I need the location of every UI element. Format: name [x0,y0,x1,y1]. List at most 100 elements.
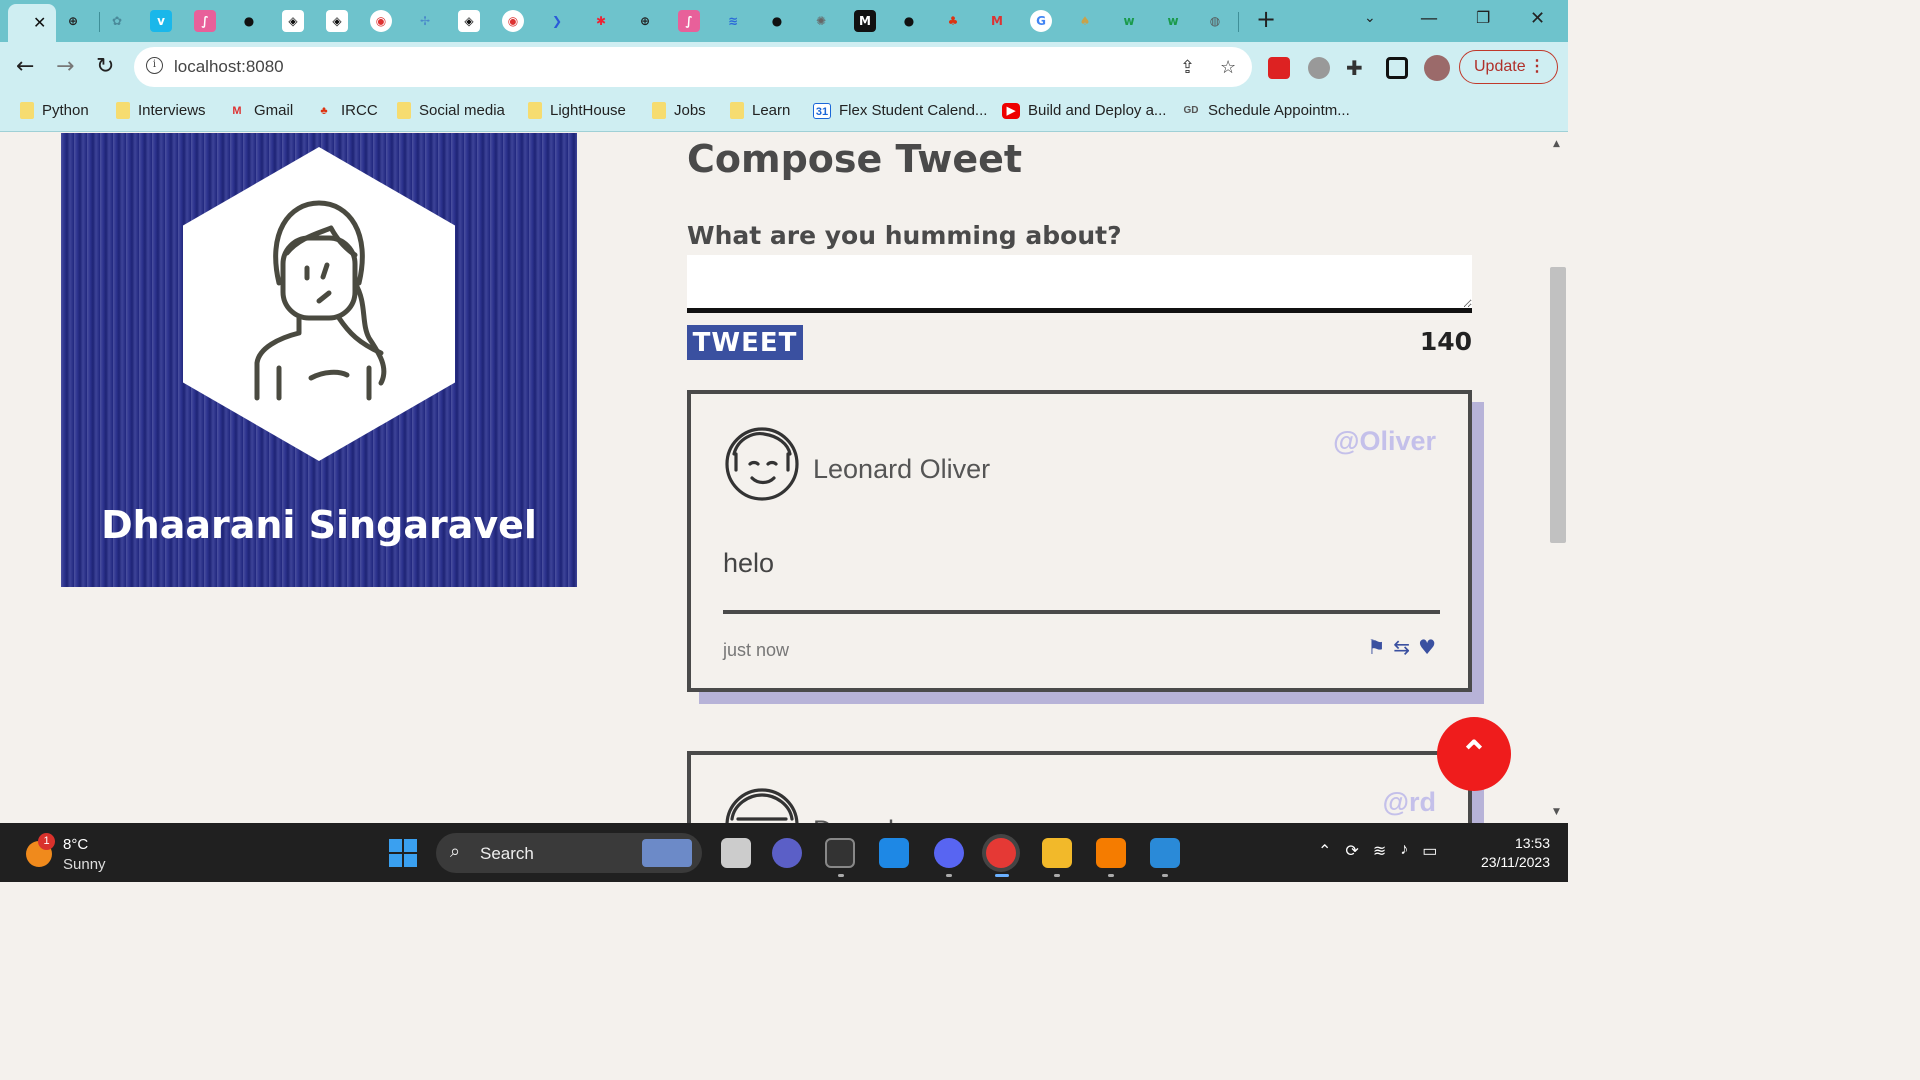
tab-favicon-codesandbox-3[interactable]: ◈ [458,10,480,32]
update-button[interactable]: Update ⋮ [1459,50,1558,84]
chevron-up-icon[interactable]: ⌃ [1318,841,1331,861]
tab-favicon-w-2[interactable]: w [1162,10,1184,32]
teams-icon[interactable] [772,838,802,868]
tab-favicon-openai[interactable]: ✿ [106,10,128,32]
tab-favicon-codepen[interactable]: ⊕ [62,10,84,32]
url-text[interactable]: localhost:8080 [174,57,284,77]
tab-search-icon[interactable]: ⌄ [1364,10,1376,26]
tab-favicon-maple[interactable]: ♣ [942,10,964,32]
search-label: Search [480,844,534,863]
tab-favicon-w[interactable]: w [1118,10,1140,32]
tab-favicon-github-3[interactable]: ● [898,10,920,32]
battery-icon[interactable]: ▭ [1422,841,1437,861]
weather-condition[interactable]: Sunny [63,856,106,873]
camera-extension-icon[interactable] [1308,57,1330,79]
tab-favicon-tan[interactable]: ♠ [1074,10,1096,32]
tab-favicon-chrome-2[interactable]: ◉ [502,10,524,32]
tweet-textarea[interactable] [687,255,1472,313]
retweet-icon[interactable]: ⇆ [1393,635,1410,659]
side-panel-icon[interactable] [1386,57,1408,79]
active-tab[interactable]: ✕ [8,4,56,42]
compose-title: Compose Tweet [687,137,1023,181]
tab-favicon-gmail[interactable]: M [986,10,1008,32]
discord-icon[interactable] [934,838,964,868]
bookmark-python[interactable]: Python [20,102,89,119]
vscode-icon[interactable] [879,838,909,868]
bookmark-social-media[interactable]: Social media [397,102,505,119]
tab-separator [99,12,100,32]
scroll-to-top-button[interactable]: ⌃ [1437,717,1511,791]
bookmark-star-icon[interactable]: ☆ [1220,57,1236,78]
volume-icon[interactable]: ♪ [1400,841,1408,861]
back-icon[interactable]: ← [16,54,34,79]
bookmark-label: Schedule Appointm... [1208,102,1350,119]
chrome-icon[interactable] [986,838,1016,868]
tab-favicon-asterisk[interactable]: ✱ [590,10,612,32]
page-scrollbar[interactable]: ▲ ▼ [1548,133,1568,823]
scrollbar-thumb[interactable] [1550,267,1566,543]
folder-icon [116,102,130,119]
tab-favicon-github-2[interactable]: ● [766,10,788,32]
file-explorer-icon[interactable] [1042,838,1072,868]
tab-favicon-codepen-2[interactable]: ⊕ [634,10,656,32]
tweet-button[interactable]: TWEET [687,325,803,360]
bookmark-flex-calendar[interactable]: 31 Flex Student Calend... [813,102,987,119]
system-tray: ⌃ ⟳ ≋ ♪ ▭ [1318,841,1437,861]
bookmark-lighthouse[interactable]: LightHouse [528,102,626,119]
clock-time[interactable]: 13:53 [1478,835,1550,851]
bookmark-label: Learn [752,102,791,119]
tab-favicon-pink-2[interactable]: ∫ [678,10,700,32]
bookmark-jobs[interactable]: Jobs [652,102,706,119]
extensions-puzzle-icon[interactable]: ✚ [1346,56,1363,80]
profile-avatar[interactable] [1424,55,1450,81]
photos-icon[interactable] [1150,838,1180,868]
tab-favicon-flutter[interactable]: ✢ [414,10,436,32]
bookmark-ircc[interactable]: ♣ IRCC [315,102,377,119]
restore-icon[interactable]: ❐ [1476,8,1490,27]
tab-favicon-powerapps[interactable]: ❯ [546,10,568,32]
new-tab-icon[interactable]: + [1256,5,1276,33]
bookmark-schedule[interactable]: GD Schedule Appointm... [1182,102,1350,119]
reload-icon[interactable]: ↻ [96,54,114,79]
profile-card: Dhaarani Singaravel [61,133,577,587]
tab-favicon-globe[interactable]: ◍ [1204,10,1226,32]
bookmark-interviews[interactable]: Interviews [116,102,206,119]
scroll-down-arrow-icon[interactable]: ▼ [1553,807,1560,817]
tab-favicon-vimeo[interactable]: v [150,10,172,32]
tab-favicon-medium[interactable]: M [854,10,876,32]
tab-favicon-github[interactable]: ● [238,10,260,32]
tab-favicon-chatgpt[interactable]: ✺ [810,10,832,32]
tab-favicon-google[interactable]: G [1030,10,1052,32]
terminal-icon[interactable] [825,838,855,868]
bookmark-learn[interactable]: Learn [730,102,790,119]
close-tab-icon[interactable]: ✕ [33,13,46,32]
bookmark-build-deploy[interactable]: ▶ Build and Deploy a... [1002,102,1166,119]
flag-icon[interactable]: ⚑ [1367,635,1385,659]
scroll-up-arrow-icon[interactable]: ▲ [1553,139,1560,149]
sync-icon[interactable]: ⟳ [1345,841,1358,861]
task-view-icon[interactable] [721,838,751,868]
address-bar[interactable]: i localhost:8080 ⇪ ☆ [134,47,1252,87]
heart-icon[interactable]: ♥ [1418,635,1436,659]
running-indicator [946,874,952,877]
sublime-text-icon[interactable] [1096,838,1126,868]
close-window-icon[interactable]: ✕ [1530,8,1545,29]
taskbar-search[interactable]: ⌕ Search [436,833,702,873]
minimize-icon[interactable]: — [1420,8,1438,29]
site-info-icon[interactable]: i [146,57,163,74]
tab-favicon-codesandbox[interactable]: ◈ [282,10,304,32]
clock-date[interactable]: 23/11/2023 [1468,854,1550,870]
share-icon[interactable]: ⇪ [1180,57,1195,78]
tab-favicon-pink[interactable]: ∫ [194,10,216,32]
menu-dots-icon[interactable]: ⋮ [1529,56,1545,76]
tweet-author-handle: @rd [1382,787,1436,817]
bookmark-gmail[interactable]: M Gmail [228,102,293,119]
extension-red-icon[interactable] [1268,57,1290,79]
tab-favicon-chrome[interactable]: ◉ [370,10,392,32]
tab-favicon-codesandbox-2[interactable]: ◈ [326,10,348,32]
weather-temperature[interactable]: 8°C [63,836,88,853]
start-button[interactable] [389,839,417,867]
wifi-icon[interactable]: ≋ [1373,841,1386,861]
forward-icon[interactable]: → [56,54,74,79]
tab-favicon-wave[interactable]: ≋ [722,10,744,32]
